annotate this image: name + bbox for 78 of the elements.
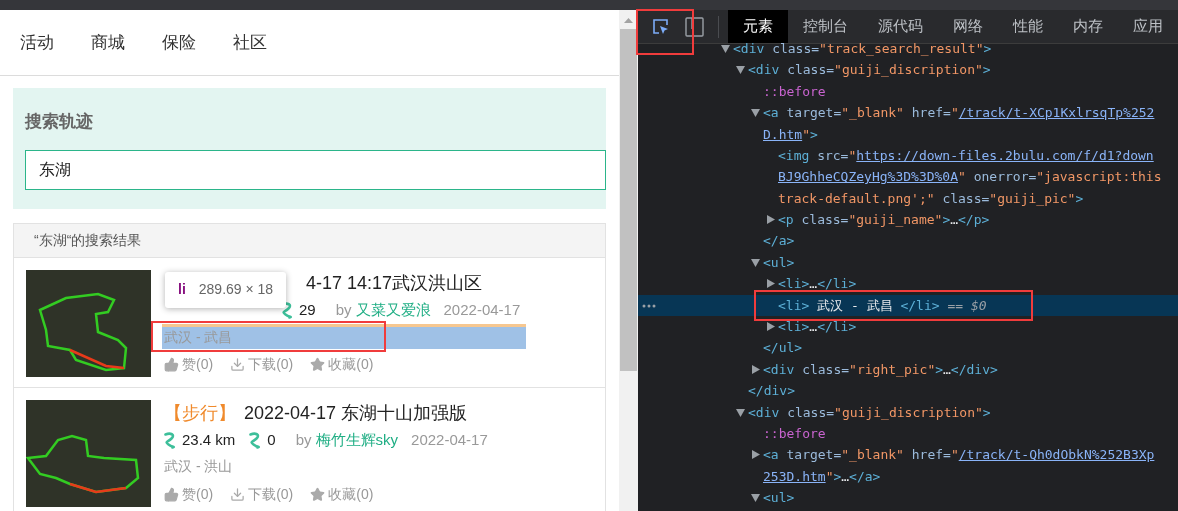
- route-map-thumbnail[interactable]: [26, 399, 151, 507]
- nav-link[interactable]: 社区: [233, 29, 267, 56]
- dom-code-line: </a>: [763, 233, 795, 249]
- elevation-icon: [249, 431, 263, 449]
- dom-code-line: <a target="_blank" href="/track/t-XCp1KxlrsqTp%252: [763, 105, 1155, 121]
- devtools-tab[interactable]: 源代码: [863, 10, 938, 43]
- activity-tag: 【步行】: [164, 399, 236, 427]
- download-icon: [230, 356, 246, 372]
- scrollbar[interactable]: [619, 10, 638, 511]
- count-value: 29: [299, 299, 316, 320]
- star-icon: [310, 356, 326, 372]
- dom-code-line: 253D.htm">…</a>: [763, 468, 881, 484]
- inspect-element-icon[interactable]: [652, 18, 669, 35]
- star-icon: [310, 486, 326, 502]
- dom-code-line: <ul>: [763, 254, 795, 270]
- expanded-triangle-icon[interactable]: [721, 44, 730, 53]
- collapsed-triangle-icon[interactable]: [752, 364, 760, 374]
- dom-code-line: <div class="right_pic">…</div>: [763, 361, 998, 377]
- tag-name-text: li: [178, 280, 186, 299]
- location-text: 武汉 - 洪山: [164, 456, 233, 476]
- search-field[interactable]: 东湖: [25, 149, 606, 190]
- dom-code-line: track-default.png';" class="guiji_pic">: [778, 190, 1084, 206]
- dom-code-line: <div class="track_search_result">: [733, 40, 992, 56]
- devtools-tab[interactable]: 内存: [1058, 10, 1118, 43]
- collapsed-triangle-icon[interactable]: [767, 215, 775, 225]
- nav-link[interactable]: 商城: [91, 29, 125, 56]
- elevation-icon: [281, 301, 294, 319]
- dom-code-line: <div class="guiji_discription">: [748, 404, 991, 420]
- scroll-up-icon: [624, 18, 633, 23]
- thumbs-up-icon: [164, 486, 179, 502]
- by-label: by: [295, 429, 312, 450]
- expanded-triangle-icon[interactable]: [736, 66, 745, 75]
- dom-code-line: <ul>: [763, 490, 795, 506]
- dom-code-line: <li>…</li>: [778, 319, 857, 334]
- collapsed-triangle-icon[interactable]: [767, 322, 775, 331]
- dom-code-line: ::before: [763, 425, 826, 441]
- dom-code-line: <div class="guiji_discription">: [748, 62, 991, 78]
- nav-link[interactable]: 保险: [162, 29, 196, 56]
- more-dots-icon[interactable]: [642, 303, 656, 308]
- annotation-box: [636, 9, 694, 55]
- distance-value: 23.4 km: [182, 429, 236, 450]
- devtools-tab[interactable]: 控制台: [788, 10, 863, 43]
- devtools-tab[interactable]: 性能: [998, 10, 1058, 43]
- date-text: 2022-04-17: [411, 429, 488, 450]
- expanded-triangle-icon[interactable]: [736, 408, 745, 417]
- download-icon: [230, 486, 246, 502]
- expanded-triangle-icon[interactable]: [751, 109, 760, 118]
- dom-code-line: <li>…</li>: [778, 276, 857, 292]
- expanded-triangle-icon[interactable]: [751, 494, 760, 503]
- thumbs-up-icon: [164, 356, 179, 372]
- by-label: by: [335, 299, 352, 320]
- dom-code-line: </ul>: [763, 340, 803, 356]
- dom-code-line: <img src="https://down-files.2bulu.com/f/d1?down: [778, 147, 1154, 163]
- dom-code-line: <p class="guiji_name">…</p>: [778, 212, 990, 228]
- track-title[interactable]: 2022-04-17 东湖十山加强版: [244, 399, 468, 427]
- route-map-thumbnail[interactable]: [26, 269, 151, 377]
- distance-icon: [164, 431, 177, 449]
- devtools-tab[interactable]: 应用: [1118, 10, 1178, 43]
- devtools-tab[interactable]: 元素: [728, 10, 788, 43]
- nav-link[interactable]: 活动: [20, 29, 54, 56]
- collapsed-triangle-icon[interactable]: [752, 450, 760, 460]
- dom-code-line: ::before: [763, 83, 826, 99]
- dom-code-line: D.htm">: [763, 126, 818, 142]
- devtools-tab[interactable]: 网络: [938, 10, 998, 43]
- device-toolbar-icon[interactable]: [685, 16, 704, 37]
- dom-code-line: BJ9GhheCQZeyHg%3D%3D%0A" onerror="javascript:this: [778, 169, 1162, 185]
- collapsed-triangle-icon[interactable]: [767, 279, 775, 289]
- dom-code-line: <li> 武汉 - 武昌 </li> == $0: [778, 297, 987, 313]
- location-text: 武汉 - 武昌: [164, 328, 233, 347]
- search-title: 搜索轨迹: [25, 111, 94, 133]
- expanded-triangle-icon[interactable]: [751, 258, 760, 267]
- dom-code-line: </div>: [748, 383, 795, 399]
- dom-code-line: <a target="_blank" href="/track/t-Qh0dObkN%252B3Xp: [763, 447, 1155, 463]
- count-value: 0: [267, 429, 276, 450]
- results-header: “东湖“的搜索结果: [14, 223, 605, 258]
- track-title[interactable]: 4-17 14:17武汉洪山区: [306, 269, 483, 297]
- date-text: 2022-04-17: [443, 299, 521, 320]
- element-size-text: 289.69 × 18: [198, 280, 274, 299]
